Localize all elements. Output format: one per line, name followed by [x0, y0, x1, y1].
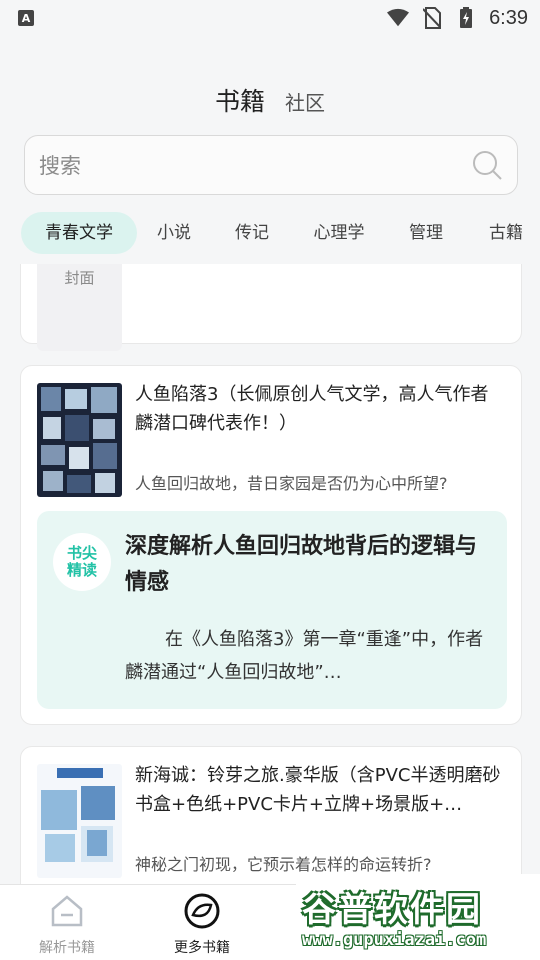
- house-icon: [51, 895, 83, 927]
- category-chip[interactable]: 小说: [146, 212, 202, 254]
- book-summary: 人鱼回归故地，昔日家园是否仍为心中所望?: [135, 474, 448, 493]
- watermark-logo: 谷普软件园 www.gupuxiazai.com: [296, 874, 540, 960]
- deep-reading-title: 深度解析人鱼回归故地背后的逻辑与情感: [125, 534, 478, 595]
- book-cover-image[interactable]: [37, 383, 122, 497]
- deep-reading-panel[interactable]: 书尖 精读 深度解析人鱼回归故地背后的逻辑与情感 在《人鱼陷落3》第一章“重逢”…: [37, 511, 507, 709]
- category-chip[interactable]: 古籍: [478, 212, 534, 254]
- search-placeholder: 搜索: [39, 154, 81, 178]
- deep-reading-excerpt: 在《人鱼陷落3》第一章“重逢”中，作者麟潜通过“人鱼回归故地”…: [125, 629, 484, 683]
- cover-placeholder: 封面: [37, 264, 122, 351]
- category-chip[interactable]: 管理: [398, 212, 454, 254]
- tab-books[interactable]: 书籍: [215, 82, 265, 118]
- no-sim-icon: [421, 7, 443, 29]
- nav-more-books[interactable]: 更多书籍: [152, 893, 252, 957]
- nav-parse-books[interactable]: 解析书籍: [17, 893, 117, 957]
- book-title[interactable]: 人鱼陷落3（长佩原创人气文学，高人气作者麟潜口碑代表作！）: [135, 380, 505, 438]
- top-tabs: 书籍 社区: [0, 82, 540, 118]
- category-chip[interactable]: 心理学: [302, 212, 376, 254]
- leaf-circle-icon: [184, 893, 220, 929]
- book-card[interactable]: 新海诚：铃芽之旅.豪华版（含PVC半透明磨砂书盒+色纸+PVC卡片+立牌+场景版…: [20, 746, 522, 884]
- category-chip-active[interactable]: 青春文学: [21, 212, 137, 254]
- book-list[interactable]: 封面 人鱼陷落3（长佩原创人气文学，高人气作者麟潜口碑代表作！） 人鱼回归故地，…: [0, 264, 540, 884]
- notification-a-icon: A: [18, 10, 34, 26]
- battery-charging-icon: [455, 7, 477, 29]
- search-input[interactable]: 搜索: [24, 135, 518, 195]
- book-title[interactable]: 新海诚：铃芽之旅.豪华版（含PVC半透明磨砂书盒+色纸+PVC卡片+立牌+场景版…: [135, 761, 505, 819]
- book-card[interactable]: 人鱼陷落3（长佩原创人气文学，高人气作者麟潜口碑代表作！） 人鱼回归故地，昔日家…: [20, 365, 522, 725]
- clock: 6:39: [489, 6, 528, 29]
- category-chip[interactable]: 传记: [224, 212, 280, 254]
- book-card[interactable]: 封面: [20, 264, 522, 351]
- category-bar: 青春文学 小说 传记 心理学 管理 古籍: [0, 212, 540, 254]
- search-icon[interactable]: [471, 149, 503, 181]
- book-cover-image[interactable]: [37, 764, 122, 878]
- tab-community[interactable]: 社区: [285, 87, 325, 116]
- deep-reading-badge: 书尖 精读: [53, 533, 111, 591]
- book-summary: 神秘之门初现，它预示着怎样的命运转折?: [135, 855, 432, 874]
- wifi-icon: [387, 7, 410, 29]
- status-bar: A 6:39: [0, 0, 540, 36]
